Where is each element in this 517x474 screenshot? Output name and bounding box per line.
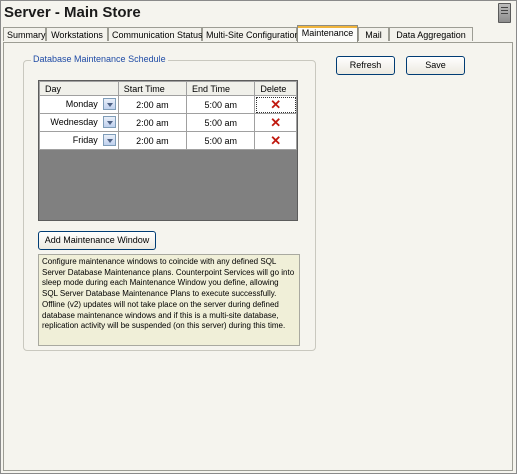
start-time-cell[interactable]: 2:00 am [117, 95, 188, 114]
tab-summary[interactable]: Summary [3, 27, 46, 41]
table-row: Friday 2:00 am 5:00 am ✕ [39, 131, 297, 150]
server-icon [498, 3, 511, 23]
table-header-row: Day Start Time End Time Delete [39, 81, 297, 96]
schedule-table: Day Start Time End Time Delete Monday 2:… [39, 81, 297, 150]
day-select[interactable]: Friday [39, 131, 119, 150]
end-time-cell[interactable]: 5:00 am [186, 131, 256, 150]
schedule-group-title: Database Maintenance Schedule [31, 54, 168, 64]
tab-mail[interactable]: Mail [358, 27, 389, 41]
delete-x-icon[interactable]: ✕ [270, 115, 281, 130]
chevron-down-icon[interactable] [102, 98, 116, 110]
refresh-button[interactable]: Refresh [336, 56, 395, 75]
tab-workstations[interactable]: Workstations [46, 27, 108, 41]
column-header-day: Day [39, 81, 119, 96]
tab-data-aggregation[interactable]: Data Aggregation [389, 27, 473, 41]
delete-cell[interactable]: ✕ [254, 113, 297, 132]
table-row: Wednesday 2:00 am 5:00 am ✕ [39, 113, 297, 132]
tab-strip: Summary Workstations Communication Statu… [3, 25, 516, 42]
day-select[interactable]: Monday [39, 95, 119, 114]
day-select[interactable]: Wednesday [39, 113, 119, 132]
day-value: Wednesday [50, 117, 98, 127]
main-window: Server - Main Store Summary Workstations… [0, 0, 517, 474]
title-bar: Server - Main Store [1, 1, 516, 25]
tab-communication-status[interactable]: Communication Status [108, 27, 203, 41]
tab-multi-site-configuration[interactable]: Multi-Site Configuration [202, 27, 300, 41]
chevron-down-icon[interactable] [102, 134, 116, 146]
schedule-grid: Day Start Time End Time Delete Monday 2:… [38, 80, 298, 221]
start-time-cell[interactable]: 2:00 am [117, 113, 188, 132]
window-title: Server - Main Store [4, 4, 141, 21]
delete-cell[interactable]: ✕ [254, 95, 297, 114]
table-row: Monday 2:00 am 5:00 am ✕ [39, 95, 297, 114]
end-time-cell[interactable]: 5:00 am [186, 113, 256, 132]
end-time-cell[interactable]: 5:00 am [186, 95, 256, 114]
info-text-box: Configure maintenance windows to coincid… [38, 254, 300, 346]
day-value: Monday [65, 99, 98, 109]
column-header-delete: Delete [254, 81, 297, 96]
tab-maintenance[interactable]: Maintenance [297, 25, 358, 42]
chevron-down-icon[interactable] [102, 116, 116, 128]
delete-cell[interactable]: ✕ [254, 131, 297, 150]
delete-x-icon[interactable]: ✕ [270, 133, 281, 148]
day-value: Friday [72, 135, 98, 145]
add-maintenance-window-button[interactable]: Add Maintenance Window [38, 231, 156, 250]
delete-x-icon[interactable]: ✕ [270, 97, 281, 112]
column-header-start-time: Start Time [117, 81, 188, 96]
save-button[interactable]: Save [406, 56, 465, 75]
start-time-cell[interactable]: 2:00 am [117, 131, 188, 150]
column-header-end-time: End Time [186, 81, 256, 96]
